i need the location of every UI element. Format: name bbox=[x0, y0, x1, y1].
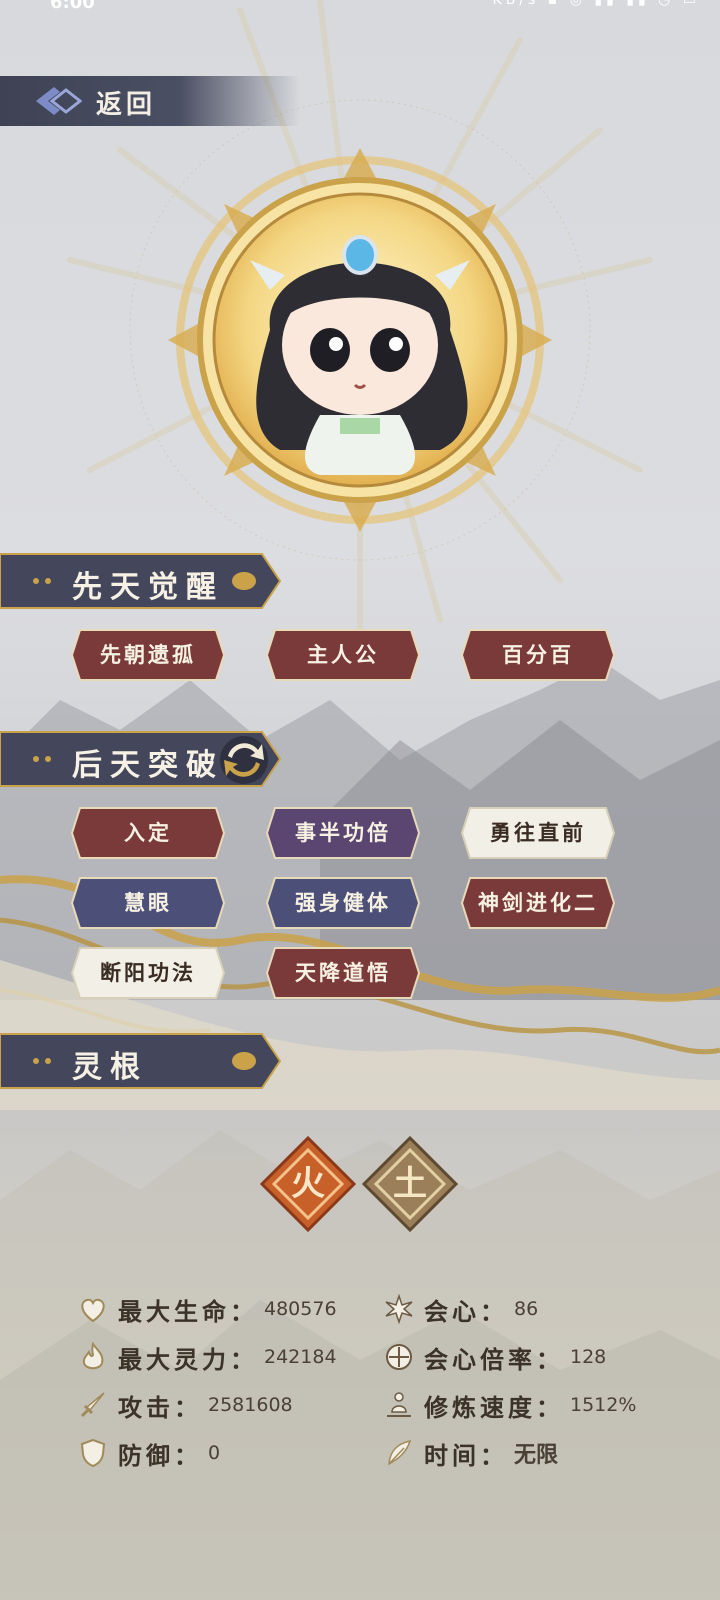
innate-tag-label: 主人公 bbox=[307, 642, 379, 667]
spirit-root-earth[interactable]: 土 bbox=[361, 1135, 459, 1233]
sword-icon bbox=[80, 1392, 105, 1418]
refresh-icon[interactable] bbox=[216, 732, 272, 788]
flame-icon bbox=[82, 1342, 104, 1370]
stat-crit-rate: 会心倍率： 128 bbox=[384, 1338, 606, 1376]
stat-cultivation-speed: 修炼速度： 1512% bbox=[384, 1386, 636, 1424]
shield-icon bbox=[80, 1438, 106, 1468]
section-spirit-root-header: 灵根 bbox=[0, 1030, 282, 1092]
acquired-tag[interactable]: 事半功倍 bbox=[265, 806, 421, 860]
acquired-tag[interactable]: 慧眼 bbox=[70, 876, 226, 930]
status-bar: 6:00 KB/s ▪ ◎ ▮▮ ▮▮ ◔ ▭ bbox=[0, 0, 720, 16]
acquired-tag[interactable]: 断阳功法 bbox=[70, 946, 226, 1000]
stat-max-mp: 最大灵力： 242184 bbox=[78, 1338, 337, 1376]
section-spirit-root-title: 灵根 bbox=[72, 1050, 148, 1085]
acquired-tag-label: 事半功倍 bbox=[295, 820, 391, 845]
innate-tag[interactable]: 主人公 bbox=[265, 628, 421, 682]
spirit-root-fire[interactable]: 火 bbox=[259, 1135, 357, 1233]
acquired-tag-label: 断阳功法 bbox=[100, 960, 196, 985]
section-acquired-title: 后天突破 bbox=[72, 748, 224, 783]
feather-icon bbox=[388, 1439, 412, 1466]
acquired-tag-label: 神剑进化二 bbox=[478, 890, 598, 915]
innate-tag[interactable]: 百分百 bbox=[460, 628, 616, 682]
acquired-tag-label: 勇往直前 bbox=[490, 820, 586, 845]
innate-tag-label: 百分百 bbox=[502, 642, 574, 667]
spirit-root-fire-label: 火 bbox=[291, 1164, 325, 1204]
acquired-tag-label: 入定 bbox=[124, 820, 172, 845]
stat-time: 时间： 无限 bbox=[384, 1434, 558, 1472]
back-button[interactable]: 返回 bbox=[0, 76, 300, 126]
stat-attack: 攻击： 2581608 bbox=[78, 1386, 293, 1424]
status-time: 6:00 bbox=[50, 0, 95, 13]
target-icon bbox=[386, 1344, 412, 1370]
heart-icon bbox=[81, 1298, 105, 1323]
acquired-tag[interactable]: 强身健体 bbox=[265, 876, 421, 930]
meditation-icon bbox=[387, 1392, 411, 1417]
stat-max-hp: 最大生命： 480576 bbox=[78, 1290, 337, 1328]
section-innate-title: 先天觉醒 bbox=[72, 570, 224, 605]
burst-icon bbox=[385, 1294, 413, 1324]
acquired-tag-label: 慧眼 bbox=[124, 890, 172, 915]
acquired-tag[interactable]: 神剑进化二 bbox=[460, 876, 616, 930]
back-label: 返回 bbox=[96, 90, 157, 120]
character-avatar[interactable] bbox=[150, 130, 570, 550]
back-arrow-icon bbox=[36, 87, 82, 115]
acquired-tag-label: 天降道悟 bbox=[295, 960, 391, 985]
acquired-tag[interactable]: 入定 bbox=[70, 806, 226, 860]
status-icons: KB/s ▪ ◎ ▮▮ ▮▮ ◔ ▭ bbox=[492, 0, 700, 8]
section-innate-header: 先天觉醒 bbox=[0, 550, 282, 612]
acquired-tag-label: 强身健体 bbox=[295, 890, 391, 915]
acquired-tag[interactable]: 勇往直前 bbox=[460, 806, 616, 860]
stat-crit: 会心： 86 bbox=[384, 1290, 538, 1328]
innate-tag[interactable]: 先朝遗孤 bbox=[70, 628, 226, 682]
acquired-tag[interactable]: 天降道悟 bbox=[265, 946, 421, 1000]
stat-defense: 防御： 0 bbox=[78, 1434, 220, 1472]
spirit-root-earth-label: 土 bbox=[393, 1164, 427, 1204]
innate-tag-label: 先朝遗孤 bbox=[100, 642, 196, 667]
